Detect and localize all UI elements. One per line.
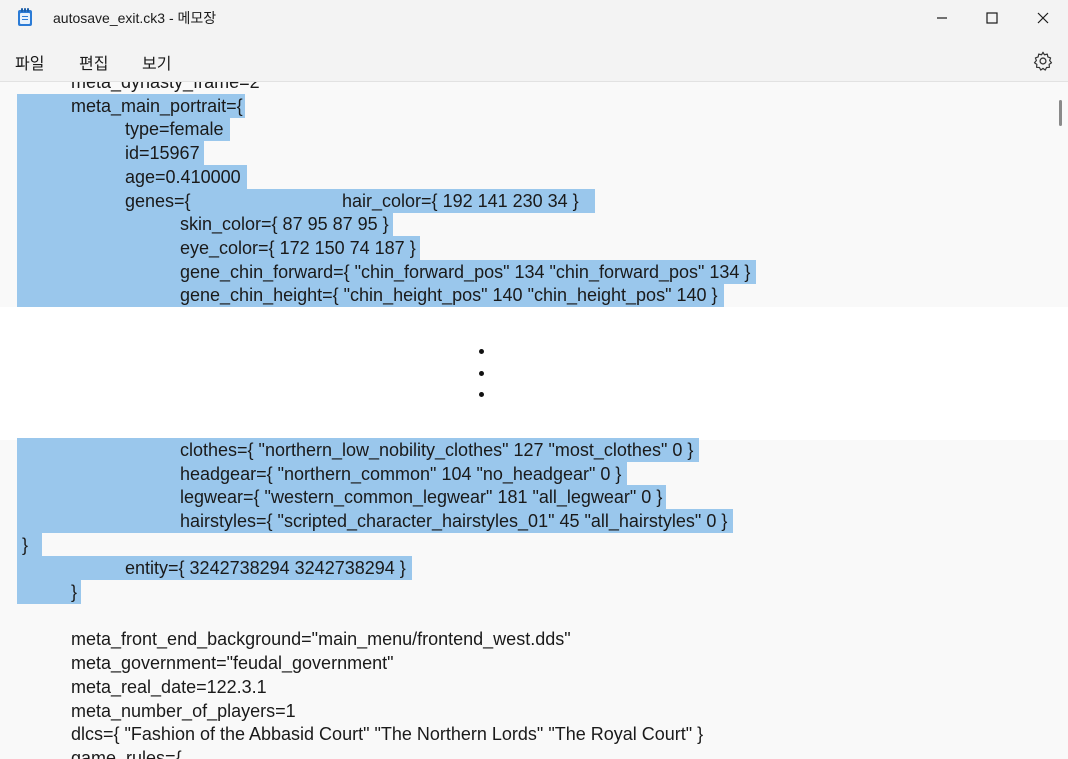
ellipsis-dot xyxy=(479,349,484,354)
editor-line: game_rules={ xyxy=(71,748,182,759)
editor-line: hair_color={ 192 141 230 34 } xyxy=(342,191,579,211)
maximize-button[interactable] xyxy=(967,0,1017,36)
editor-line: clothes={ "northern_low_nobility_clothes… xyxy=(17,438,700,462)
vertical-scrollbar[interactable] xyxy=(1059,100,1062,126)
editor-line: eye_color={ 172 150 74 187 } xyxy=(17,236,420,260)
gear-icon[interactable] xyxy=(1032,50,1054,72)
close-icon xyxy=(1037,12,1049,24)
editor-line: meta_main_portrait={ xyxy=(17,94,245,118)
editor-line: genes={ xyxy=(125,191,191,211)
editor-line: meta_real_date=122.3.1 xyxy=(71,677,267,697)
editor-line: } xyxy=(17,580,82,604)
ellipsis-dot xyxy=(479,371,484,376)
text-editor[interactable]: meta_dynasty_frame=2 meta_main_portrait=… xyxy=(0,82,1068,759)
editor-line: meta_government="feudal_government" xyxy=(71,653,394,673)
editor-line: type=female xyxy=(17,117,230,141)
editor-line: meta_number_of_players=1 xyxy=(71,701,296,721)
editor-line: entity={ 3242738294 3242738294 } xyxy=(17,556,412,580)
editor-line: dlcs={ "Fashion of the Abbasid Court" "T… xyxy=(71,724,704,744)
editor-line: legwear={ "western_common_legwear" 181 "… xyxy=(17,485,667,509)
ellipsis-dot xyxy=(479,392,484,397)
editor-line: gene_chin_forward={ "chin_forward_pos" 1… xyxy=(17,260,757,284)
editor-line: } xyxy=(17,533,42,557)
notepad-icon xyxy=(18,8,32,26)
editor-line: headgear={ "northern_common" 104 "no_hea… xyxy=(17,462,628,486)
editor-line: age=0.410000 xyxy=(17,165,247,189)
minimize-button[interactable] xyxy=(917,0,967,36)
omission-gap xyxy=(0,307,1068,440)
title-bar: autosave_exit.ck3 - 메모장 xyxy=(0,0,1068,36)
minimize-icon xyxy=(937,17,947,19)
menu-view[interactable]: 보기 xyxy=(142,50,171,74)
editor-line: hairstyles={ "scripted_character_hairsty… xyxy=(17,509,734,533)
maximize-icon xyxy=(986,12,998,24)
menu-edit[interactable]: 편집 xyxy=(79,50,108,74)
editor-line: meta_front_end_background="main_menu/fro… xyxy=(71,629,571,649)
window-title: autosave_exit.ck3 - 메모장 xyxy=(53,10,217,26)
menu-file[interactable]: 파일 xyxy=(15,50,44,74)
menu-bar: 파일 편집 보기 xyxy=(0,36,1068,82)
editor-line: skin_color={ 87 95 87 95 } xyxy=(17,212,393,236)
close-button[interactable] xyxy=(1018,0,1068,36)
editor-line: gene_chin_height={ "chin_height_pos" 140… xyxy=(17,283,724,307)
editor-line: id=15967 xyxy=(17,141,204,165)
editor-line: meta_dynasty_frame=2 xyxy=(71,82,260,92)
